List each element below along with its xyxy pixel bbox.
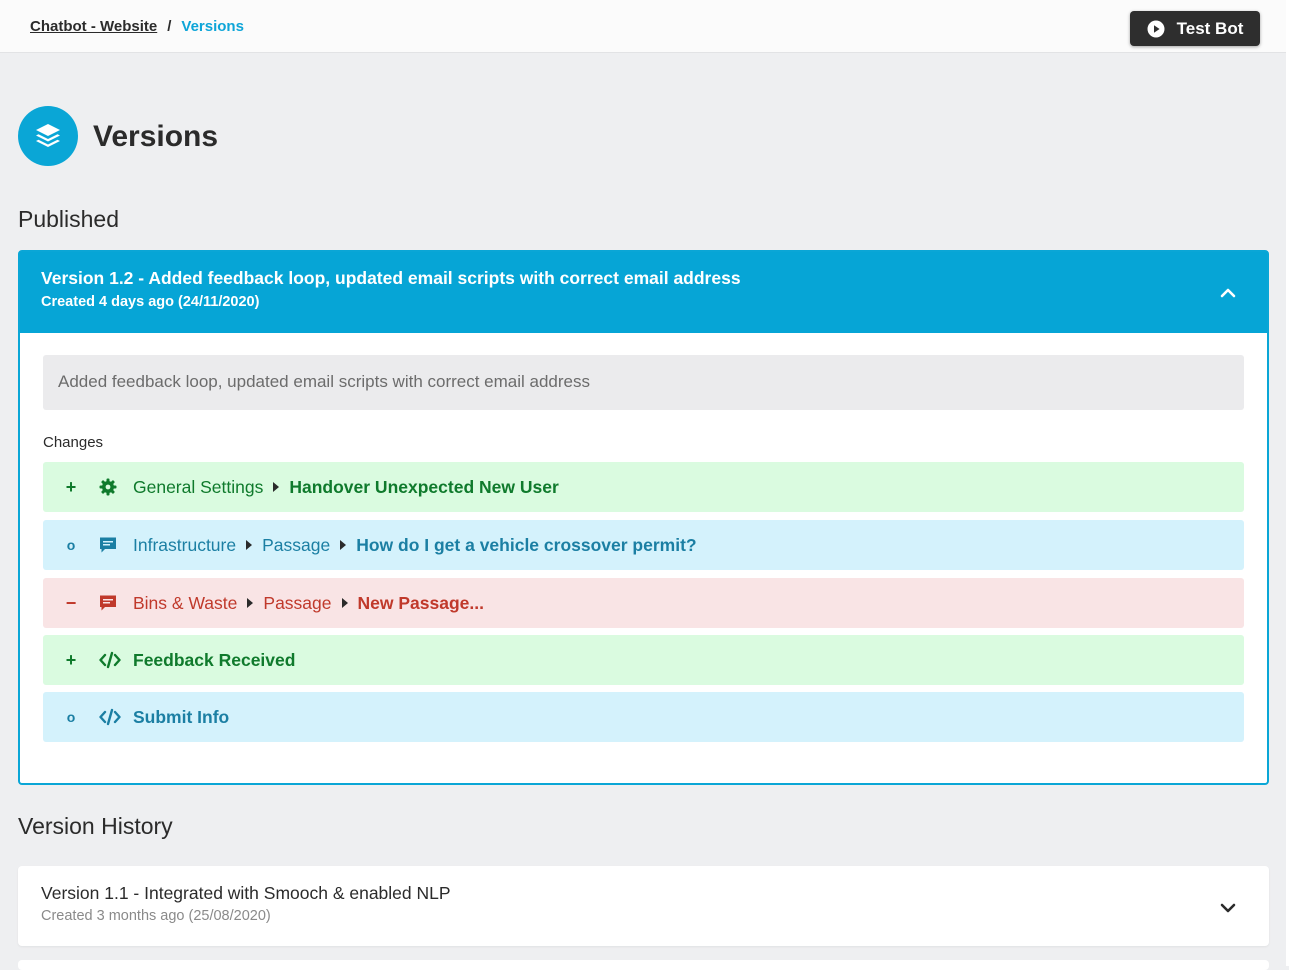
change-item-name: New Passage... — [357, 592, 484, 613]
added-marker: + — [65, 649, 77, 670]
breadcrumb-parent-link[interactable]: Chatbot - Website — [30, 18, 157, 35]
change-path-segment: Passage — [262, 534, 331, 555]
published-version-header[interactable]: Version 1.2 - Added feedback loop, updat… — [20, 252, 1267, 333]
caret-right-icon — [341, 598, 348, 608]
published-section-title: Published — [18, 206, 120, 232]
gear-icon — [99, 478, 133, 496]
code-icon — [99, 708, 133, 726]
history-version-date: Created 3 months ago (25/08/2020) — [41, 908, 271, 924]
version-history-title: Version History — [18, 813, 173, 839]
published-version-card: Version 1.2 - Added feedback loop, updat… — [18, 250, 1269, 785]
test-bot-button[interactable]: Test Bot — [1130, 11, 1260, 46]
modified-marker: o — [66, 709, 76, 725]
caret-right-icon — [247, 598, 254, 608]
change-row[interactable]: − Bins & Waste Passage New Passage... — [43, 578, 1244, 628]
change-path-segment: Infrastructure — [133, 534, 237, 555]
page-title: Versions — [93, 120, 219, 153]
version-description: Added feedback loop, updated email scrip… — [43, 355, 1244, 410]
changes-label: Changes — [43, 434, 104, 451]
breadcrumb-separator: / — [167, 18, 172, 35]
chat-icon — [99, 536, 133, 554]
change-row[interactable]: + Feedback Received — [43, 635, 1244, 685]
change-row[interactable]: o Submit Info — [43, 692, 1244, 742]
chevron-down-icon[interactable] — [1219, 899, 1237, 917]
layers-icon — [18, 106, 78, 166]
play-circle-icon — [1147, 20, 1165, 37]
breadcrumb: Chatbot - Website / Versions — [30, 18, 244, 35]
change-path-segment: General Settings — [133, 476, 264, 497]
history-version-title: Version 1.1 - Integrated with Smooch & e… — [41, 883, 451, 903]
chevron-up-icon[interactable] — [1219, 284, 1237, 302]
top-bar: Chatbot - Website / Versions Test Bot — [0, 0, 1289, 53]
change-row[interactable]: + General Settings Handover Unexpected N… — [43, 462, 1244, 512]
removed-marker: − — [65, 592, 77, 613]
change-item-name: How do I get a vehicle crossover permit? — [356, 534, 697, 555]
test-bot-label: Test Bot — [1176, 18, 1244, 38]
chat-icon — [99, 594, 133, 612]
breadcrumb-current: Versions — [181, 18, 244, 35]
caret-right-icon — [340, 540, 347, 550]
change-path-segment: Bins & Waste — [133, 592, 238, 613]
caret-right-icon — [246, 540, 253, 550]
change-item-name: Submit Info — [133, 706, 230, 727]
history-version-card[interactable]: Version 1.1 - Integrated with Smooch & e… — [18, 866, 1269, 946]
change-item-name: Handover Unexpected New User — [289, 476, 559, 497]
change-path-segment: Passage — [263, 592, 332, 613]
modified-marker: o — [66, 537, 76, 553]
change-item-name: Feedback Received — [133, 649, 296, 670]
added-marker: + — [65, 476, 77, 497]
change-row[interactable]: o Infrastructure Passage How do I get a … — [43, 520, 1244, 570]
code-icon — [99, 651, 133, 669]
history-version-card-next[interactable] — [18, 960, 1269, 970]
published-version-title: Version 1.2 - Added feedback loop, updat… — [41, 268, 741, 288]
published-version-date: Created 4 days ago (24/11/2020) — [41, 294, 260, 310]
caret-right-icon — [273, 482, 280, 492]
